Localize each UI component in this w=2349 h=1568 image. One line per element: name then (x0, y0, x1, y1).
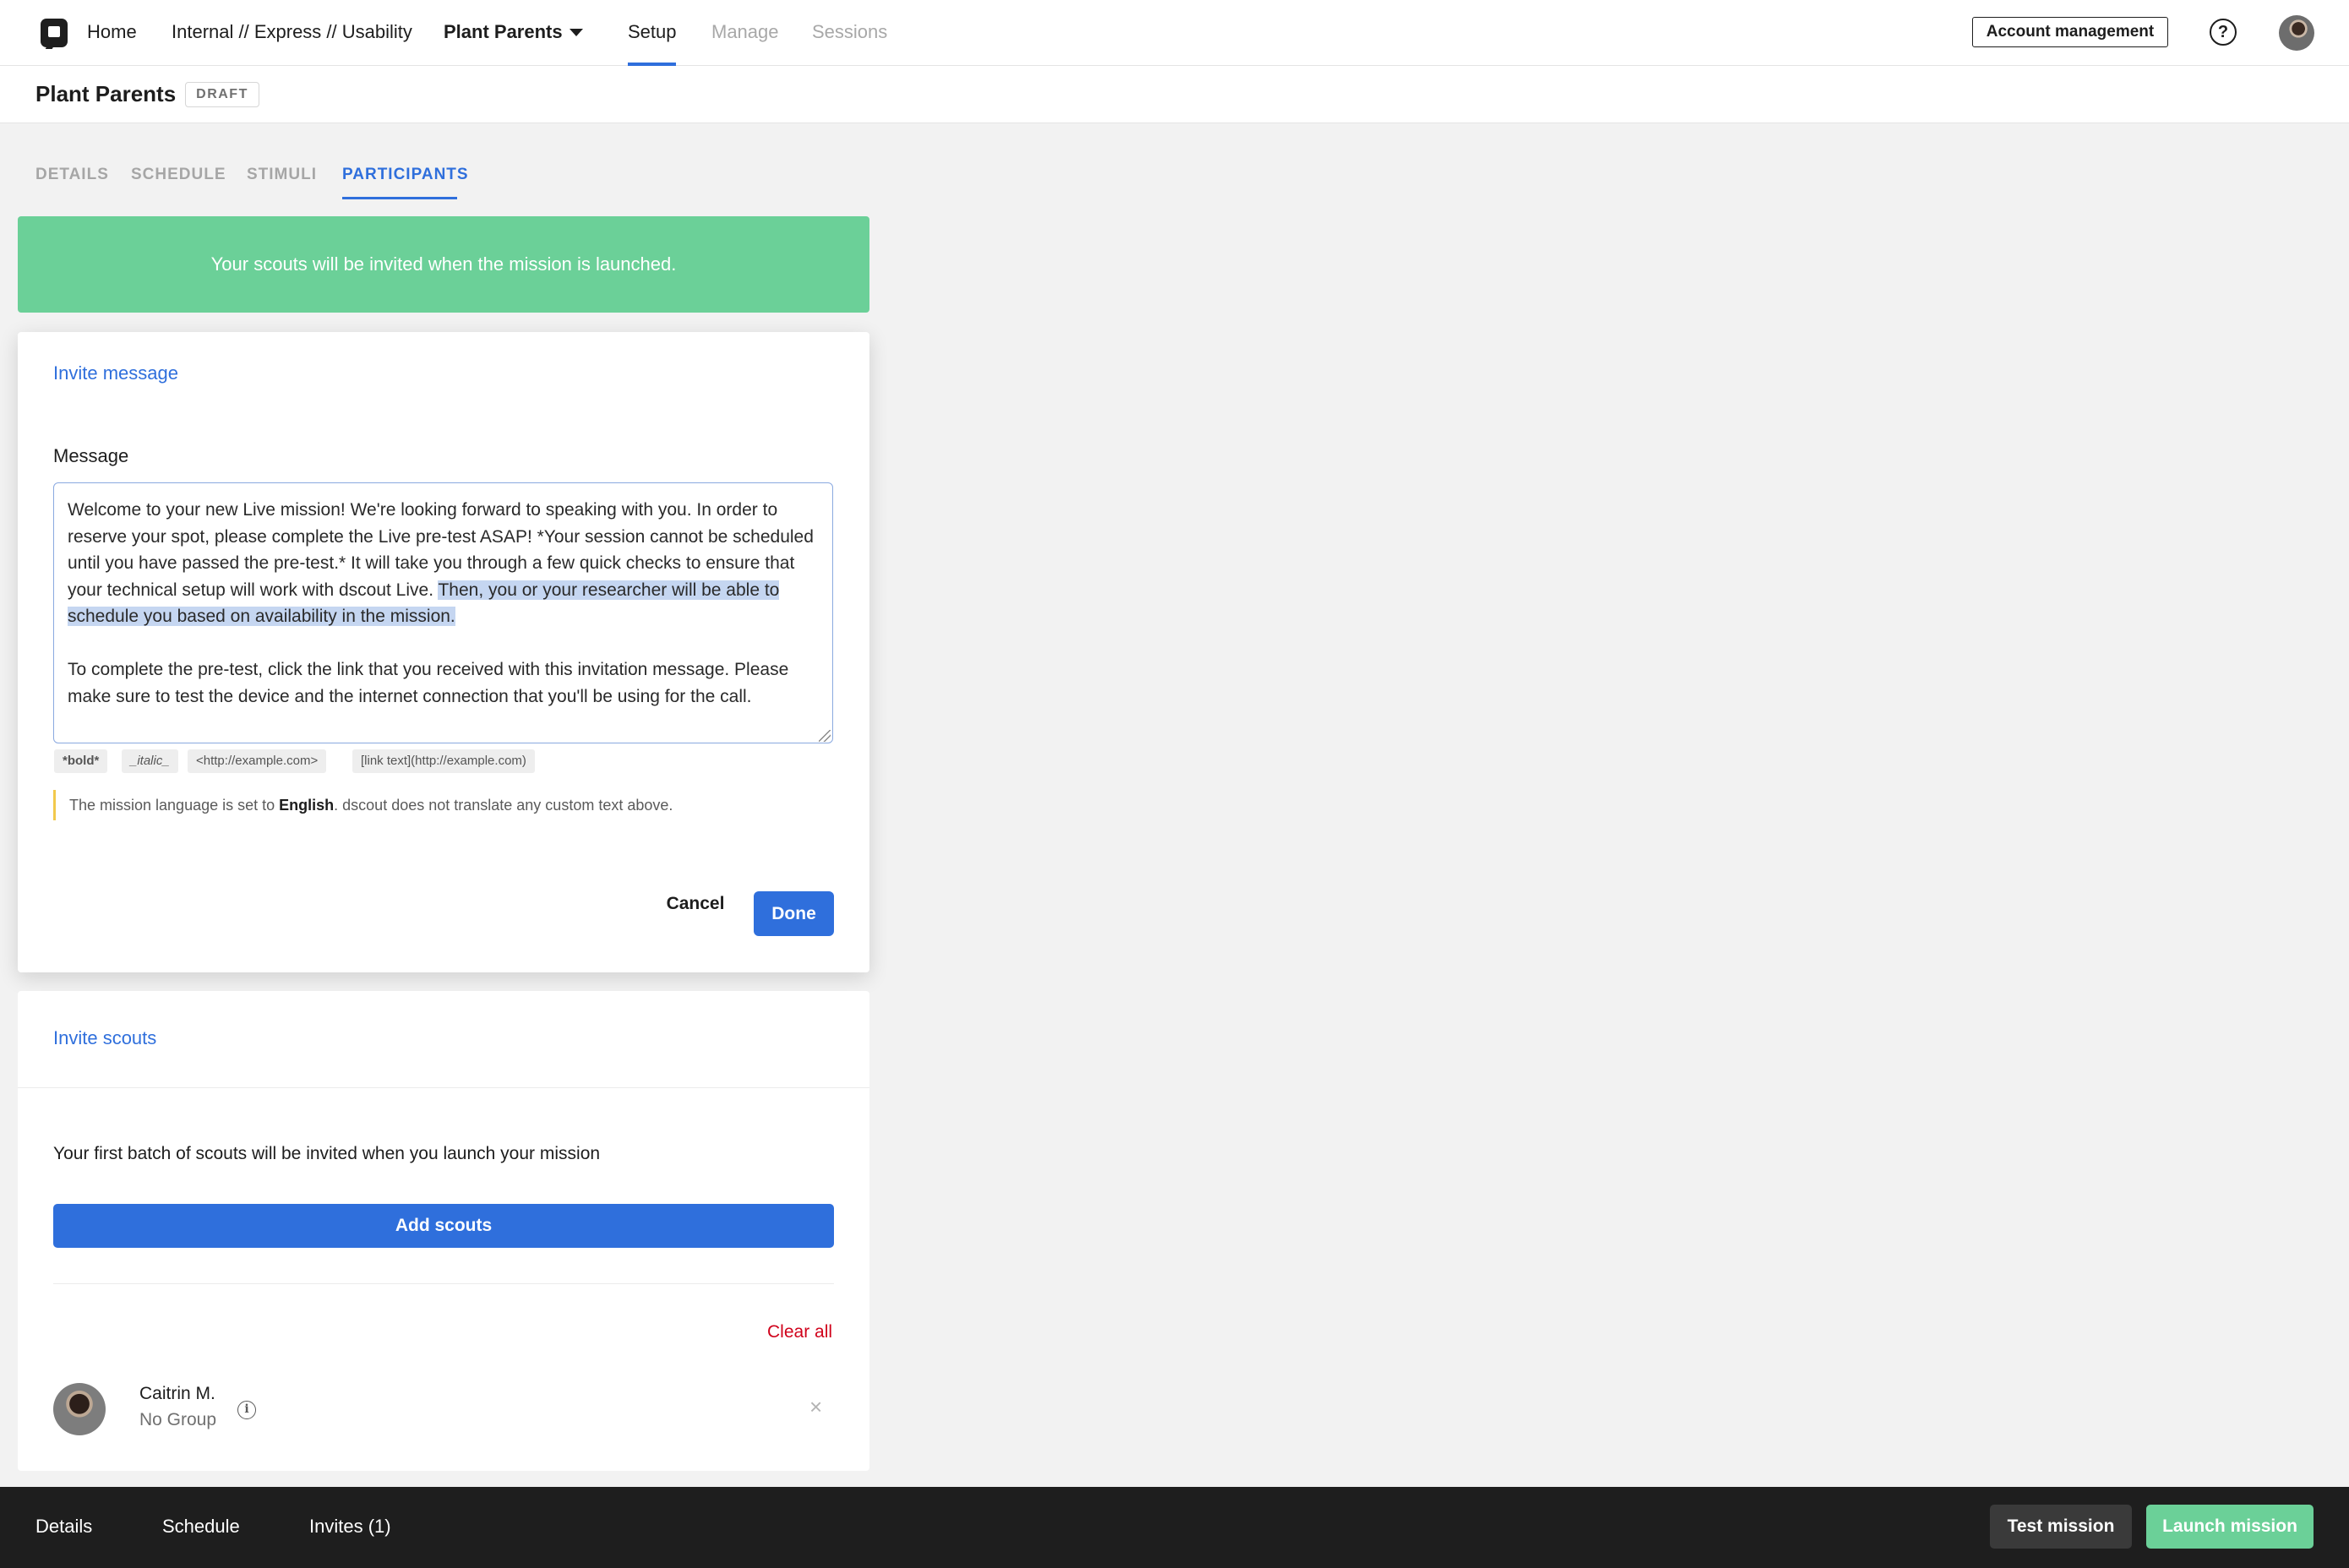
language-note-suffix: . dscout does not translate any custom t… (334, 797, 673, 814)
tab-participants[interactable]: PARTICIPANTS (342, 165, 469, 185)
test-mission-button[interactable]: Test mission (1990, 1505, 2132, 1549)
tab-sessions[interactable]: Sessions (812, 20, 887, 44)
tab-setup[interactable]: Setup (628, 20, 677, 44)
invite-scouts-card: Invite scouts Your first batch of scouts… (18, 991, 869, 1471)
format-chip-bold: *bold* (54, 749, 108, 773)
tab-participants-active-indicator (342, 197, 457, 199)
add-scouts-button[interactable]: Add scouts (53, 1204, 834, 1248)
launch-mission-button[interactable]: Launch mission (2146, 1505, 2314, 1549)
nav-project-dropdown[interactable]: Plant Parents (444, 20, 563, 44)
message-text-part2: To complete the pre-test, click the link… (68, 660, 789, 706)
done-button[interactable]: Done (754, 891, 834, 936)
invite-scouts-title[interactable]: Invite scouts (53, 1026, 156, 1050)
format-chip-link: [link text](http://example.com) (352, 749, 535, 773)
batch-info-text: Your first batch of scouts will be invit… (53, 1144, 601, 1163)
language-note-prefix: The mission language is set to (69, 797, 280, 814)
remove-scout-close-icon[interactable]: × (809, 1395, 822, 1418)
scout-group: No Group (139, 1410, 217, 1429)
account-management-button[interactable]: Account management (1972, 17, 2168, 47)
invite-message-card: Invite message Message Welcome to your n… (18, 332, 869, 972)
launch-info-banner: Your scouts will be invited when the mis… (18, 216, 869, 313)
divider (53, 1283, 834, 1284)
status-badge: DRAFT (185, 82, 259, 107)
language-note: The mission language is set to English. … (53, 790, 673, 820)
bottom-nav-schedule[interactable]: Schedule (162, 1515, 240, 1538)
scout-name: Caitrin M. (139, 1384, 215, 1403)
nav-breadcrumb-link[interactable]: Internal // Express // Usability (172, 20, 412, 44)
clear-all-link[interactable]: Clear all (767, 1320, 832, 1344)
bottom-nav-invites[interactable]: Invites (1) (309, 1515, 391, 1538)
tab-stimuli[interactable]: STIMULI (247, 165, 317, 185)
nav-home-link[interactable]: Home (87, 20, 137, 44)
dscout-logo-icon[interactable] (41, 19, 68, 47)
divider (18, 1087, 869, 1088)
cancel-button[interactable]: Cancel (658, 890, 733, 918)
invite-message-title[interactable]: Invite message (53, 362, 178, 385)
help-icon[interactable]: ? (2210, 19, 2237, 46)
tab-details[interactable]: DETAILS (35, 165, 109, 185)
format-chip-italic: _italic_ (122, 749, 178, 773)
scout-avatar (53, 1383, 106, 1435)
bottom-nav-details[interactable]: Details (35, 1515, 92, 1538)
format-chip-url: <http://example.com> (188, 749, 327, 773)
mission-header (0, 66, 2349, 123)
mission-title: Plant Parents (35, 81, 177, 106)
caret-down-icon[interactable] (570, 29, 583, 36)
tab-schedule[interactable]: SCHEDULE (131, 165, 226, 185)
language-note-language: English (279, 797, 335, 814)
user-avatar[interactable] (2279, 15, 2314, 51)
info-icon[interactable]: i (237, 1401, 256, 1419)
message-label: Message (53, 445, 129, 466)
textarea-resize-handle[interactable] (819, 730, 831, 742)
tab-manage[interactable]: Manage (711, 20, 779, 44)
message-textarea[interactable]: Welcome to your new Live mission! We're … (53, 482, 833, 743)
